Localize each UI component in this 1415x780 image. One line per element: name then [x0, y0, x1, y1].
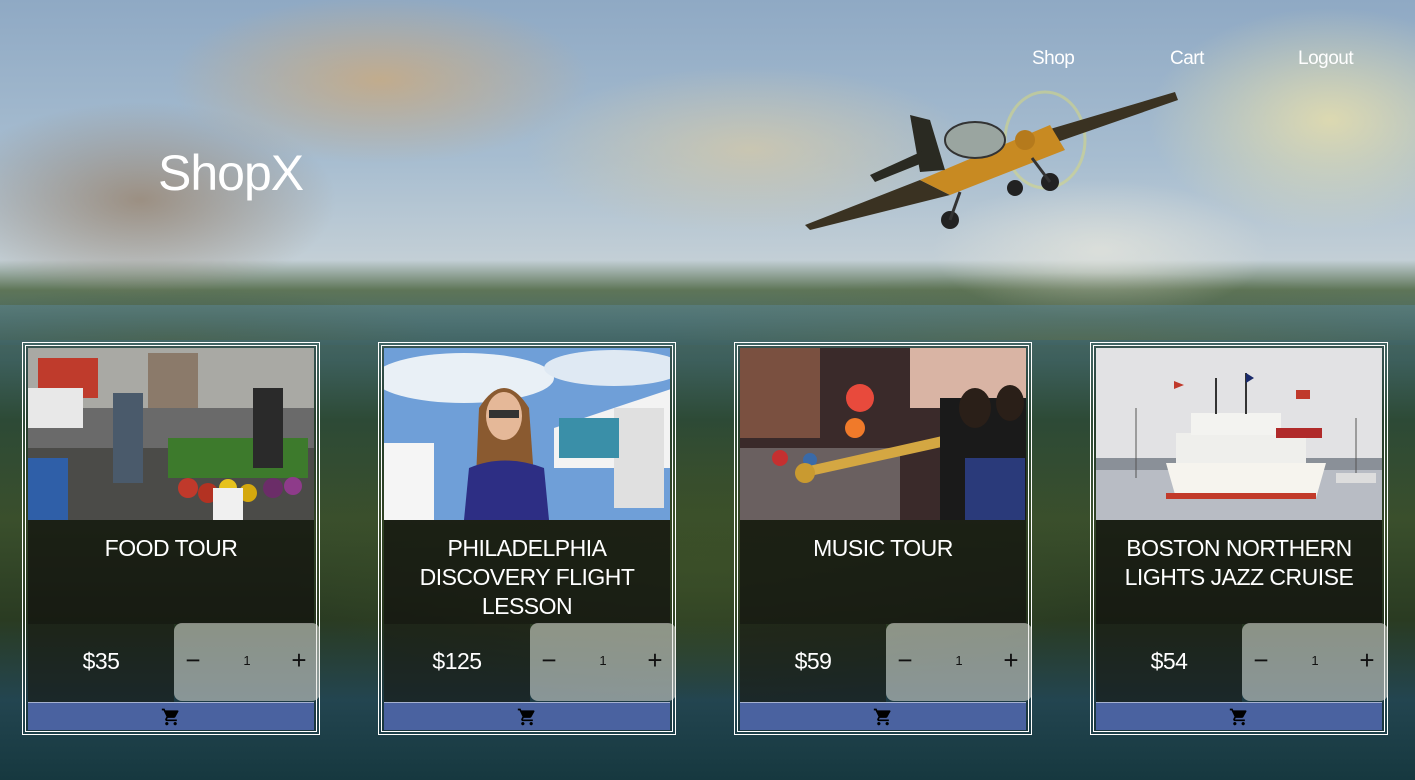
product-card: FOOD TOUR $35 − 1 + [22, 342, 320, 735]
background-sea [0, 305, 1415, 345]
main-nav: Shop Cart Logout [0, 48, 1415, 72]
product-price: $35 [82, 648, 120, 674]
product-price: $59 [794, 648, 832, 674]
price-area: $59 [740, 624, 886, 702]
nav-cart-link[interactable]: Cart [1170, 48, 1204, 70]
minus-icon[interactable]: − [180, 647, 206, 673]
product-image[interactable] [1096, 348, 1382, 520]
product-card: BOSTON NORTHERN LIGHTS JAZZ CRUISE $54 −… [1090, 342, 1388, 735]
quantity-value[interactable]: 1 [1292, 653, 1338, 668]
product-price: $125 [432, 648, 482, 674]
add-to-cart-button[interactable] [1096, 702, 1382, 730]
cart-icon [1229, 708, 1247, 726]
add-to-cart-button[interactable] [28, 702, 314, 730]
minus-icon[interactable]: − [892, 647, 918, 673]
product-title-area: BOSTON NORTHERN LIGHTS JAZZ CRUISE [1096, 520, 1382, 624]
product-price: $54 [1150, 648, 1188, 674]
plus-icon[interactable]: + [286, 647, 312, 673]
product-title: PHILADELPHIA DISCOVERY FLIGHT LESSON [419, 535, 635, 619]
quantity-value[interactable]: 1 [224, 653, 270, 668]
product-image[interactable] [740, 348, 1026, 520]
add-to-cart-button[interactable] [384, 702, 670, 730]
product-title-area: PHILADELPHIA DISCOVERY FLIGHT LESSON [384, 520, 670, 624]
price-area: $125 [384, 624, 530, 702]
add-to-cart-button[interactable] [740, 702, 1026, 730]
product-image[interactable] [28, 348, 314, 520]
quantity-stepper: − 1 + [1242, 623, 1388, 701]
product-title-area: MUSIC TOUR [740, 520, 1026, 624]
cart-icon [873, 708, 891, 726]
quantity-stepper: − 1 + [886, 623, 1032, 701]
price-area: $35 [28, 624, 174, 702]
product-title: BOSTON NORTHERN LIGHTS JAZZ CRUISE [1124, 535, 1354, 590]
nav-shop-link[interactable]: Shop [1032, 48, 1075, 70]
site-logo[interactable]: ShopX [158, 144, 304, 202]
nav-logout-link[interactable]: Logout [1298, 48, 1354, 70]
cart-icon [161, 708, 179, 726]
quantity-stepper: − 1 + [530, 623, 676, 701]
quantity-value[interactable]: 1 [580, 653, 626, 668]
product-card: MUSIC TOUR $59 − 1 + [734, 342, 1032, 735]
plus-icon[interactable]: + [998, 647, 1024, 673]
quantity-value[interactable]: 1 [936, 653, 982, 668]
airplane-image [805, 90, 1178, 230]
minus-icon[interactable]: − [536, 647, 562, 673]
price-area: $54 [1096, 624, 1242, 702]
plus-icon[interactable]: + [1354, 647, 1380, 673]
product-title: FOOD TOUR [104, 535, 238, 561]
quantity-stepper: − 1 + [174, 623, 320, 701]
product-card: PHILADELPHIA DISCOVERY FLIGHT LESSON $12… [378, 342, 676, 735]
minus-icon[interactable]: − [1248, 647, 1274, 673]
cart-icon [517, 708, 535, 726]
plus-icon[interactable]: + [642, 647, 668, 673]
product-title: MUSIC TOUR [813, 535, 953, 561]
product-title-area: FOOD TOUR [28, 520, 314, 624]
product-image[interactable] [384, 348, 670, 520]
